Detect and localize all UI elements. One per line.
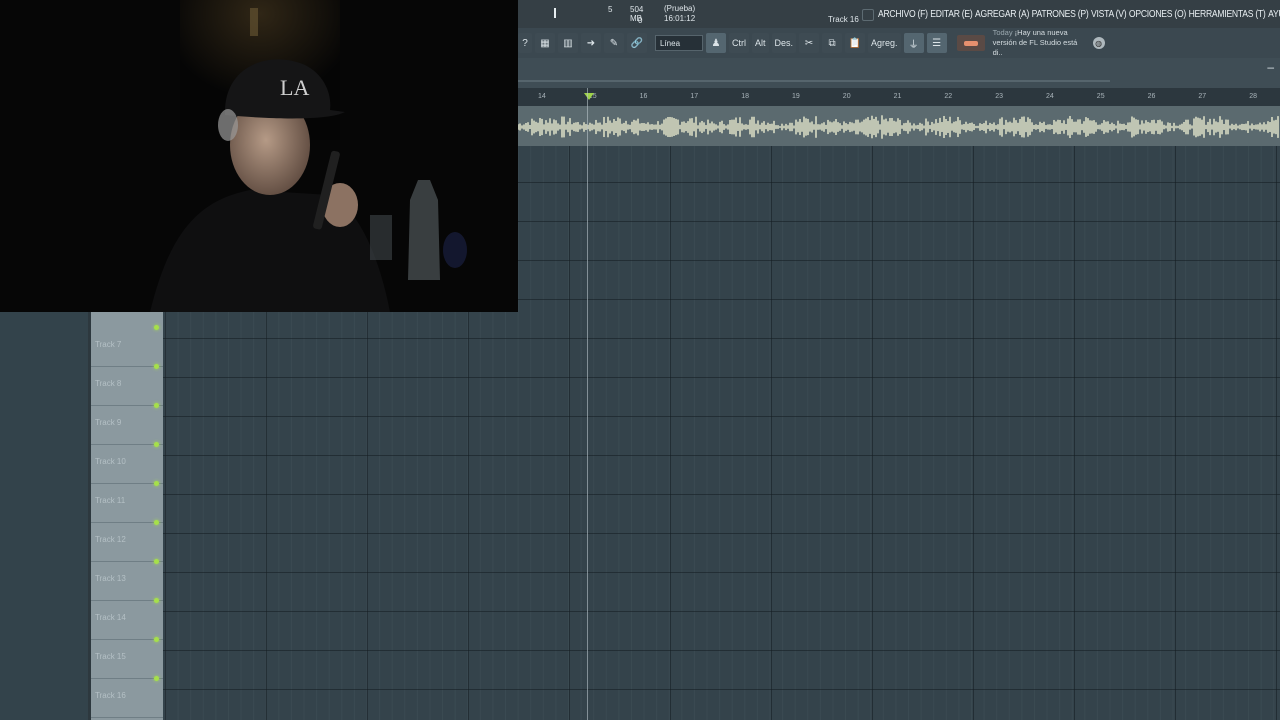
panel-toggle-icon[interactable] bbox=[862, 9, 874, 21]
cpu-value: 5 bbox=[608, 5, 613, 14]
playlist-icon[interactable]: ▦ bbox=[535, 33, 555, 53]
ruler-tick: 20 bbox=[842, 93, 851, 100]
ruler-tick: 28 bbox=[1249, 93, 1257, 100]
news-panel[interactable]: Today ¡Hay una nueva versión de FL Studi… bbox=[993, 28, 1087, 58]
menu-editar[interactable]: EDITAR (E) bbox=[930, 9, 972, 20]
main-menu: ARCHIVO (F) EDITAR (E) AGREGAR (A) PATRO… bbox=[878, 0, 1280, 28]
time-ruler[interactable]: 14 15 16 17 18 19 20 21 22 23 24 25 26 27 28 bbox=[518, 88, 1280, 106]
copy-icon[interactable]: ⧉ bbox=[822, 33, 843, 53]
track-header[interactable]: Track 14 bbox=[91, 598, 163, 640]
snap-value: Línea bbox=[660, 38, 681, 48]
ruler-tick: 23 bbox=[995, 93, 1003, 100]
ruler-tick: 14 bbox=[538, 93, 546, 100]
link-icon[interactable]: 🔗 bbox=[627, 33, 647, 53]
plugin-icon[interactable]: ☰ bbox=[926, 33, 947, 53]
ruler-tick: 17 bbox=[690, 93, 699, 100]
alt-button[interactable]: Alt bbox=[752, 33, 769, 53]
hint-text: Track 16 bbox=[828, 15, 859, 24]
playlist-toolbar: ? ▦ ▥ ➜ ✎ 🔗 Línea ♟ Ctrl Alt Des. ✂ ⧉ 📋 … bbox=[518, 28, 1280, 58]
track-name: Track 7 bbox=[95, 340, 122, 349]
cut-icon[interactable]: ✂ bbox=[799, 33, 820, 53]
track-name: Track 12 bbox=[95, 535, 126, 544]
stamp-icon[interactable]: ♟ bbox=[706, 33, 726, 53]
track-led-icon[interactable] bbox=[154, 520, 159, 525]
track-header[interactable]: Track 13 bbox=[91, 559, 163, 601]
ruler-tick: 24 bbox=[1046, 93, 1054, 100]
ruler-tick: 25 bbox=[1096, 93, 1105, 100]
track-led-icon[interactable] bbox=[154, 481, 159, 486]
ruler-tick: 27 bbox=[1198, 93, 1207, 100]
track-led-icon[interactable] bbox=[154, 637, 159, 642]
track-name: Track 14 bbox=[95, 613, 126, 622]
track-headers: Track 7 Track 8 Track 9 Track 10 Track 11 Tra… bbox=[88, 312, 163, 720]
track-name: Track 10 bbox=[95, 457, 126, 466]
cap-logo: LA bbox=[280, 75, 309, 100]
track-header[interactable]: Track 16 bbox=[91, 676, 163, 718]
minimize-icon[interactable]: – bbox=[1267, 60, 1274, 74]
output-meter bbox=[956, 35, 985, 51]
playhead-marker-icon[interactable] bbox=[584, 93, 594, 100]
audio-waveform bbox=[518, 115, 1279, 139]
track-name: Track 9 bbox=[95, 418, 122, 427]
track-led-icon[interactable] bbox=[154, 598, 159, 603]
menu-opciones[interactable]: OPCIONES (O) bbox=[1129, 9, 1186, 20]
horizontal-scrollbar[interactable] bbox=[518, 80, 1110, 82]
track-name: Track 8 bbox=[95, 379, 122, 388]
menu-archivo[interactable]: ARCHIVO (F) bbox=[878, 9, 928, 20]
track-led-icon[interactable] bbox=[154, 364, 159, 369]
song-time: 16:01:12 bbox=[664, 14, 696, 23]
track-led-icon[interactable] bbox=[154, 442, 159, 447]
draw-tool-icon[interactable]: ✎ bbox=[604, 33, 624, 53]
menu-patrones[interactable]: PATRONES (P) bbox=[1032, 9, 1089, 20]
track-led-icon[interactable] bbox=[154, 325, 159, 330]
top-status-bar: 5 504 MB 0 (Prueba) 16:01:12 Track 16 AR… bbox=[518, 0, 1280, 28]
playback-line bbox=[587, 88, 588, 720]
track-header[interactable]: Track 10 bbox=[91, 442, 163, 484]
project-name: (Prueba) bbox=[664, 4, 696, 13]
ruler-tick: 19 bbox=[792, 93, 800, 100]
arrow-right-icon[interactable]: ➜ bbox=[581, 33, 601, 53]
menu-herramientas[interactable]: HERRAMIENTAS (T) bbox=[1189, 9, 1266, 20]
menu-vista[interactable]: VISTA (V) bbox=[1091, 9, 1127, 20]
track-name: Track 16 bbox=[95, 691, 126, 700]
menu-agregar[interactable]: AGREGAR (A) bbox=[975, 9, 1029, 20]
ruler-tick: 18 bbox=[741, 93, 749, 100]
track-header[interactable]: Track 15 bbox=[91, 637, 163, 679]
ruler-tick: 21 bbox=[893, 93, 902, 100]
track-name: Track 15 bbox=[95, 652, 126, 661]
mixer-icon[interactable]: ⏚ bbox=[903, 33, 924, 53]
news-today-label: Today bbox=[992, 28, 1013, 37]
menu-ayuda[interactable]: AYUDA bbox=[1268, 9, 1280, 20]
undo-button[interactable]: Des. bbox=[771, 33, 797, 53]
piano-roll-icon[interactable]: ▥ bbox=[558, 33, 578, 53]
track-header[interactable]: Track 8 bbox=[91, 364, 163, 406]
paste-icon[interactable]: 📋 bbox=[845, 33, 866, 53]
track-header[interactable]: Track 9 bbox=[91, 403, 163, 445]
cpu-meter: 5 504 MB 0 bbox=[554, 2, 644, 26]
track-led-icon[interactable] bbox=[154, 403, 159, 408]
help-button[interactable]: ? bbox=[518, 33, 532, 53]
project-info: (Prueba) 16:01:12 bbox=[664, 4, 695, 24]
webcam-image: LA bbox=[0, 0, 518, 312]
track-header[interactable]: Track 12 bbox=[91, 520, 163, 562]
track-name: Track 13 bbox=[95, 574, 126, 583]
track-header[interactable]: Track 7 bbox=[91, 325, 163, 367]
track-header[interactable]: Track 11 bbox=[91, 481, 163, 523]
webcam-overlay: LA bbox=[0, 0, 518, 312]
polyphony-readout: 0 bbox=[638, 16, 643, 25]
track-led-icon[interactable] bbox=[154, 559, 159, 564]
ruler-tick: 26 bbox=[1147, 93, 1156, 100]
ruler-tick: 22 bbox=[944, 93, 953, 100]
playlist-header: – bbox=[518, 58, 1280, 88]
track-name: Track 11 bbox=[95, 496, 126, 505]
globe-icon[interactable]: ◍ bbox=[1092, 37, 1105, 49]
ctrl-button[interactable]: Ctrl bbox=[729, 33, 749, 53]
audio-clip-track[interactable] bbox=[518, 106, 1280, 146]
track-led-icon[interactable] bbox=[154, 676, 159, 681]
browser-panel bbox=[0, 312, 90, 720]
snap-select[interactable]: Línea bbox=[655, 35, 703, 51]
ruler-tick: 16 bbox=[639, 93, 648, 100]
add-button[interactable]: Agreg. bbox=[868, 33, 901, 53]
